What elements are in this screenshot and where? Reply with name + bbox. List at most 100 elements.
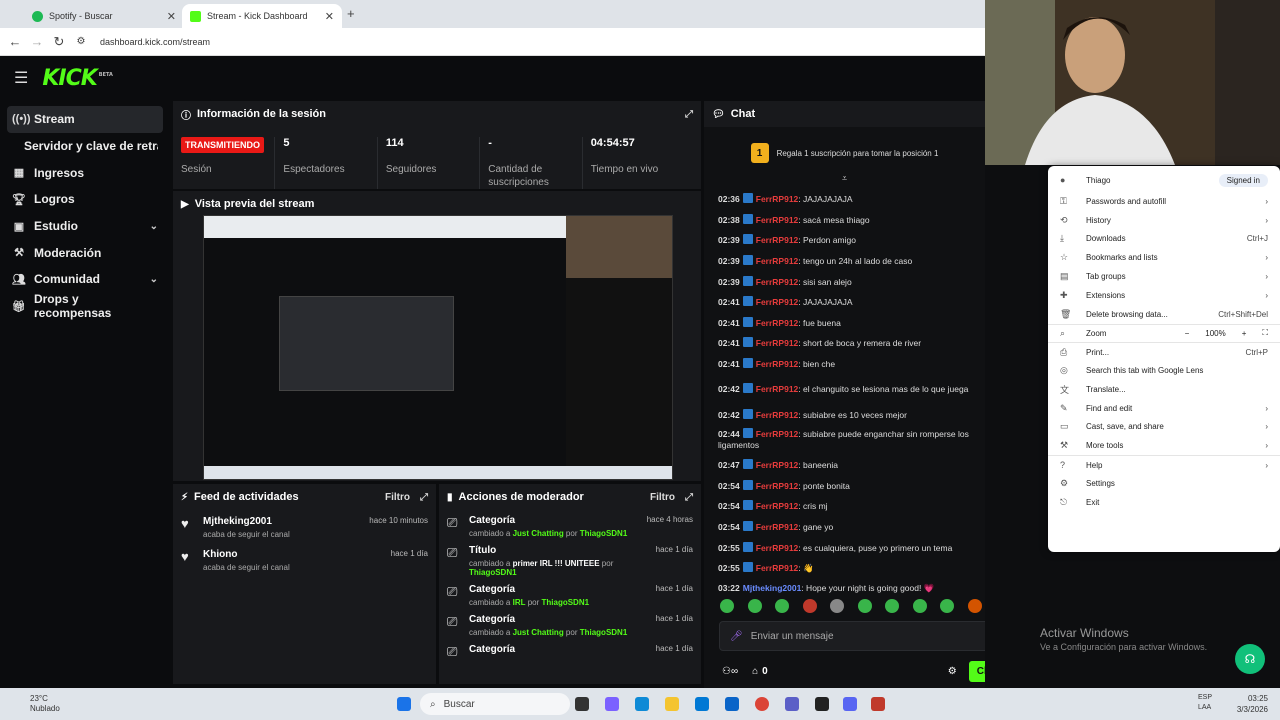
close-icon[interactable]: ✕	[325, 10, 334, 23]
menu-item[interactable]: ⚿ Passwords and autofill ›	[1048, 192, 1280, 211]
message-user[interactable]: FerrRP912	[756, 235, 799, 245]
emote-icon[interactable]	[720, 599, 734, 613]
taskbar-search[interactable]: ⌕ Buscar	[420, 693, 570, 715]
menu-item[interactable]: ⚒ More tools ›	[1048, 436, 1280, 455]
kick-logo[interactable]: KICK BETA	[42, 66, 113, 91]
menu-item[interactable]: 文 Translate...	[1048, 380, 1280, 399]
sidebar-item-drops[interactable]: 🎁︎ Drops y recompensas	[0, 292, 170, 320]
message-user[interactable]: FerrRP912	[756, 410, 799, 420]
menu-item[interactable]: ⟲ History ›	[1048, 211, 1280, 230]
file-explorer-icon[interactable]	[665, 697, 679, 711]
message-user[interactable]: FerrRP912	[756, 215, 799, 225]
obs-icon[interactable]	[815, 697, 829, 711]
reload-icon[interactable]: ↻	[48, 34, 70, 50]
sidebar-item-server-key[interactable]: Servidor y clave de retransm	[0, 133, 170, 160]
fullscreen-icon[interactable]: ⛶	[1262, 328, 1268, 338]
game-icon[interactable]	[871, 697, 885, 711]
sidebar-item-logros[interactable]: 🏆︎ Logros	[0, 186, 170, 213]
message-user[interactable]: FerrRP912	[756, 384, 799, 394]
sidebar-item-estudio[interactable]: ▣ Estudio ⌄	[0, 213, 170, 240]
copilot-icon[interactable]	[605, 697, 619, 711]
menu-item[interactable]: ▭ Cast, save, and share ›	[1048, 418, 1280, 437]
expand-icon[interactable]: ⤢	[685, 109, 693, 120]
message-user[interactable]: FerrRP912	[756, 481, 799, 491]
emote-icon[interactable]	[747, 599, 762, 613]
settings-icon[interactable]: ⚙	[948, 666, 957, 677]
menu-item[interactable]: ? Help ›	[1048, 455, 1280, 474]
sub-gift-promo[interactable]: 1 Regala 1 suscripción para tomar la pos…	[704, 133, 985, 173]
expand-icon[interactable]: ⤢	[420, 492, 428, 503]
new-tab-button[interactable]: +	[347, 6, 355, 21]
message-user[interactable]: FerrRP912	[756, 338, 799, 348]
menu-item[interactable]: ☆ Bookmarks and lists ›	[1048, 248, 1280, 267]
windows-start-icon[interactable]	[397, 697, 411, 711]
menu-item[interactable]: 🗑︎ Delete browsing data... Ctrl+Shift+Del	[1048, 305, 1280, 324]
message-user[interactable]: FerrRP912	[756, 297, 799, 307]
menu-item[interactable]: ● Thiago Signed in	[1048, 168, 1280, 192]
menu-item[interactable]: ⎙ Print... Ctrl+P	[1048, 342, 1280, 361]
discord-icon[interactable]	[843, 697, 857, 711]
menu-item[interactable]: ⤓ Downloads Ctrl+J	[1048, 230, 1280, 249]
hamburger-menu-icon[interactable]: ☰	[14, 68, 28, 88]
message-user[interactable]: FerrRP912	[756, 522, 799, 532]
tab-kick-dashboard[interactable]: Stream - Kick Dashboard ✕	[182, 4, 342, 28]
emote-icon[interactable]	[830, 599, 845, 613]
message-user[interactable]: FerrRP912	[756, 256, 799, 266]
message-user[interactable]: FerrRP912	[756, 359, 799, 369]
zoom-in-icon[interactable]: +	[1242, 329, 1247, 338]
sidebar-item-moderacion[interactable]: ⚒ Moderación	[0, 239, 170, 266]
store-icon[interactable]	[695, 697, 709, 711]
site-info-icon[interactable]: ⚙	[70, 36, 92, 47]
close-icon[interactable]: ✕	[167, 10, 176, 23]
expand-icon[interactable]: ⤢	[685, 492, 693, 503]
emote-icon[interactable]	[857, 599, 872, 613]
zoom-out-icon[interactable]: −	[1185, 329, 1190, 338]
pinned-toggle-icon[interactable]: ⩡	[704, 173, 985, 187]
sidebar-item-ingresos[interactable]: ▦ Ingresos	[0, 159, 170, 186]
emote-icon[interactable]	[967, 599, 982, 613]
forward-icon[interactable]: →	[26, 34, 48, 49]
message-user[interactable]: FerrRP912	[756, 277, 799, 287]
support-chat-icon[interactable]: ☊	[1235, 644, 1265, 674]
stream-preview-video[interactable]	[203, 215, 673, 480]
emote-icon[interactable]	[912, 599, 927, 613]
message-user[interactable]: Mjtheking2001	[743, 583, 802, 593]
system-clock[interactable]: 03:25 3/3/2026	[1237, 693, 1268, 715]
tab-spotify[interactable]: Spotify - Buscar ✕	[24, 4, 184, 28]
mic-icon[interactable]: 🎤︎	[730, 631, 743, 642]
message-user[interactable]: FerrRP912	[756, 563, 799, 573]
message-user[interactable]: FerrRP912	[756, 543, 799, 553]
emote-icon[interactable]	[775, 599, 790, 613]
message-user[interactable]: FerrRP912	[756, 501, 799, 511]
back-icon[interactable]: ←	[4, 34, 26, 49]
filter-button[interactable]: Filtro	[385, 492, 410, 503]
sidebar-item-comunidad[interactable]: 👥︎ Comunidad ⌄	[0, 266, 170, 293]
menu-item[interactable]: ⎋ Exit	[1048, 493, 1280, 512]
emote-icon[interactable]	[885, 599, 900, 613]
menu-item[interactable]: ◎ Search this tab with Google Lens	[1048, 361, 1280, 380]
chrome-icon[interactable]	[755, 697, 769, 711]
message-user[interactable]: FerrRP912	[756, 460, 799, 470]
emote-icon[interactable]	[940, 599, 955, 613]
menu-item[interactable]: ✎ Find and edit ›	[1048, 399, 1280, 418]
menu-item[interactable]: ▤ Tab groups ›	[1048, 267, 1280, 286]
emote-icon[interactable]	[802, 599, 817, 613]
sidebar-item-stream[interactable]: ((•)) Stream	[7, 106, 163, 133]
menu-item[interactable]: ⌕ Zoom − 100% + ⛶	[1048, 323, 1280, 343]
chat-input[interactable]: 🎤︎ Enviar un mensaje ☺	[719, 621, 1009, 651]
edge-icon[interactable]	[635, 697, 649, 711]
menu-item[interactable]: ✚ Extensions ›	[1048, 286, 1280, 305]
url-field[interactable]: dashboard.kick.com/stream	[100, 37, 210, 47]
teams-icon[interactable]	[785, 697, 799, 711]
outlook-icon[interactable]	[725, 697, 739, 711]
weather-widget[interactable]: 23°C Nublado	[30, 694, 60, 714]
menu-item[interactable]: ⚙ Settings	[1048, 474, 1280, 493]
gift-icon[interactable]: ⌂	[752, 666, 758, 677]
users-icon[interactable]: ⚇∞	[722, 666, 738, 677]
filter-button[interactable]: Filtro	[650, 492, 675, 503]
input-language[interactable]: ESP LAA	[1198, 693, 1212, 713]
message-user[interactable]: FerrRP912	[756, 194, 799, 204]
message-user[interactable]: FerrRP912	[756, 318, 799, 328]
task-view-icon[interactable]	[575, 697, 589, 711]
message-user[interactable]: FerrRP912	[756, 429, 799, 439]
